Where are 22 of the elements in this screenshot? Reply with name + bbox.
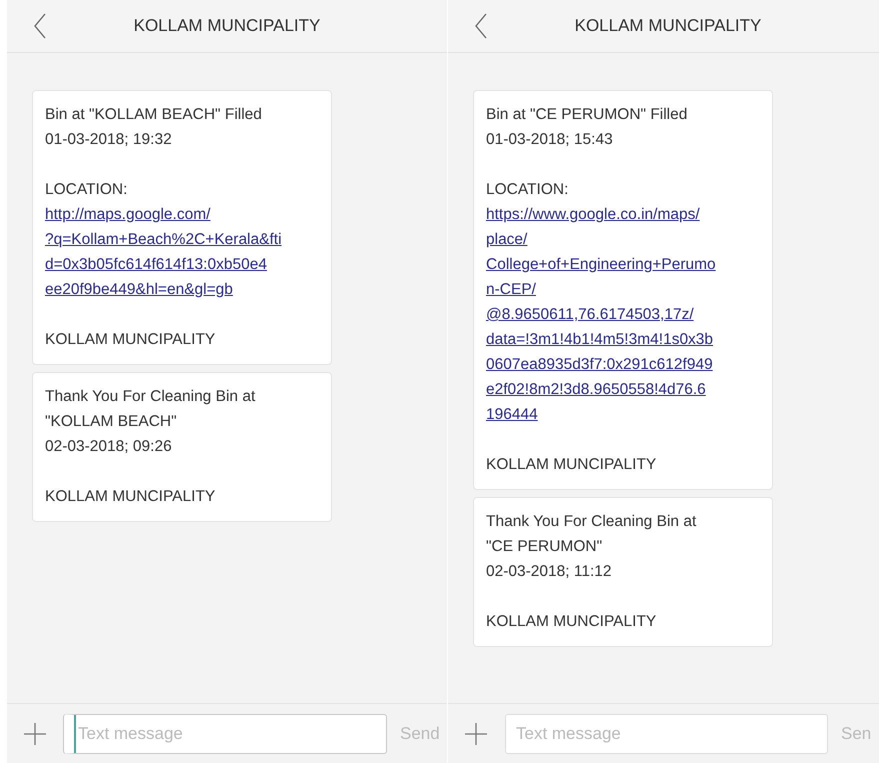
- add-button[interactable]: [465, 722, 487, 744]
- message-input[interactable]: Text message: [64, 714, 387, 754]
- back-chevron-icon: [474, 13, 488, 39]
- conversation-title: KOLLAM MUNCIPALITY: [132, 16, 322, 36]
- message-input[interactable]: Text message: [505, 714, 828, 754]
- message-text: KOLLAM MUNCIPALITY: [45, 487, 216, 507]
- conversation-title: KOLLAM MUNCIPALITY: [574, 16, 762, 36]
- location-label: LOCATION:: [45, 180, 128, 200]
- message-text: Bin at "KOLLAM BEACH" Filled 01-03-2018; 19:32: [45, 105, 263, 150]
- plus-icon: [24, 722, 46, 744]
- plus-icon: [465, 722, 487, 744]
- back-chevron-icon: [33, 13, 47, 39]
- message-text: Thank You For Cleaning Bin at "KOLLAM BEACH" 02-03-2018; 09:26: [45, 387, 256, 457]
- add-button[interactable]: [24, 722, 46, 744]
- map-link[interactable]: https://www.google.co.in/maps/ place/ College+of+Engineering+Perumo n-CEP/ @8.9650611,76.6174503,17z/ data=!3m1!4b1!4m5!3m4!1s0x3b 0607ea8935d3f7:0x291c612f949 e2f02!8m2!3d8.9650558!4d76.6 196444: [486, 202, 762, 427]
- message-text: KOLLAM MUNCIPALITY: [486, 455, 658, 475]
- map-link[interactable]: http://maps.google.com/ ?q=Kollam+Beach%2C+Kerala&fti d=0x3b05fc614f614f13:0xb50e4 ee20f9be449&hl=en&gl=gb: [45, 202, 321, 302]
- message-text: Thank You For Cleaning Bin at "CE PERUMON" 02-03-2018; 11:12: [486, 512, 698, 582]
- message-text: Bin at "CE PERUMON" Filled 01-03-2018; 15:43: [486, 105, 688, 150]
- message-text: KOLLAM MUNCIPALITY: [486, 612, 658, 632]
- location-label: LOCATION:: [486, 180, 570, 200]
- message-text: KOLLAM MUNCIPALITY: [45, 330, 216, 350]
